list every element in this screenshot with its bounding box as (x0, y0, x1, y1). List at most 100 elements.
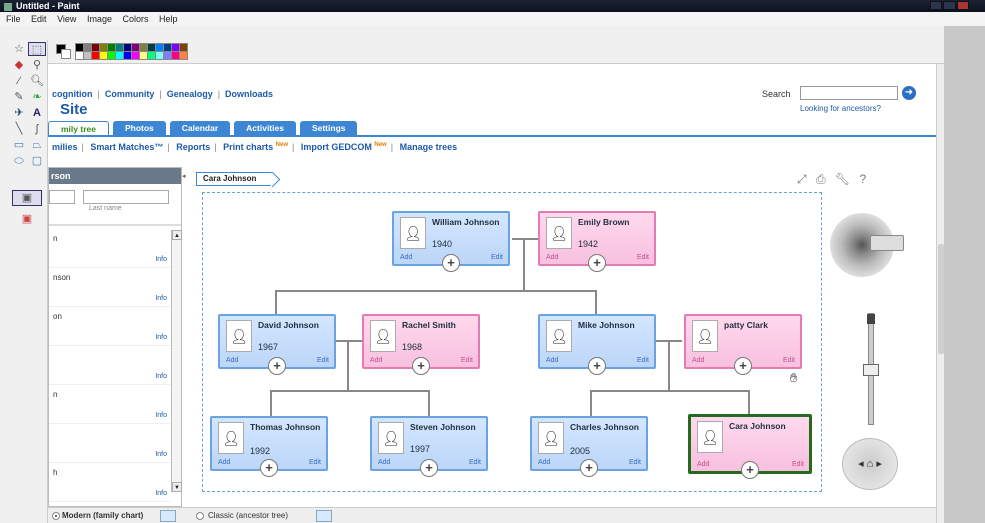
magnifier-icon[interactable]: 🔍︎ (28, 74, 46, 88)
palette-swatch[interactable] (91, 43, 100, 52)
airbrush-icon[interactable]: ✈ (10, 106, 28, 120)
opaque-option-icon[interactable]: ▣ (12, 190, 42, 206)
select-icon[interactable]: ⬚ (28, 42, 46, 56)
palette-swatch[interactable] (123, 51, 132, 60)
palette-swatch[interactable] (115, 51, 124, 60)
curve-icon[interactable]: ∫ (28, 122, 46, 136)
canvas-vertical-scrollbar[interactable] (936, 64, 944, 523)
tab-settings[interactable]: Settings (299, 121, 358, 135)
add-link[interactable]: Add (400, 254, 412, 261)
breadcrumb[interactable]: Cara Johnson (196, 172, 272, 186)
list-item[interactable]: nson Info (49, 269, 171, 307)
slider-handle[interactable] (863, 364, 879, 376)
help-icon[interactable]: ? (859, 172, 866, 186)
expand-plus-icon[interactable]: + (588, 254, 606, 272)
subnav-print-charts[interactable]: Print charts (223, 142, 273, 152)
menu-image[interactable]: Image (87, 14, 112, 24)
info-link[interactable]: Info (155, 412, 167, 419)
palette-swatch[interactable] (131, 43, 140, 52)
person-card-charles[interactable]: 👤︎ Charles Johnson 2005 Add Edit + (530, 416, 648, 477)
menu-file[interactable]: File (6, 14, 21, 24)
list-item[interactable]: Info (49, 347, 171, 385)
menu-edit[interactable]: Edit (31, 14, 47, 24)
person-card-mike[interactable]: 👤︎ Mike Johnson Add Edit + (538, 314, 656, 375)
zoom-slider[interactable] (863, 313, 879, 425)
fill-icon[interactable]: ⚲ (28, 58, 46, 72)
add-link[interactable]: Add (370, 357, 382, 364)
search-input[interactable] (800, 86, 898, 100)
edit-link[interactable]: Edit (469, 459, 481, 466)
palette-swatch[interactable] (107, 43, 116, 52)
expand-plus-icon[interactable]: + (588, 357, 606, 375)
pencil-icon[interactable]: ✎ (10, 90, 28, 104)
print-icon[interactable]: ⎙ (816, 172, 826, 186)
palette-swatch[interactable] (91, 51, 100, 60)
scroll-down-icon[interactable]: ▼ (172, 482, 182, 492)
palette-swatch[interactable] (99, 51, 108, 60)
palette-swatch[interactable] (163, 51, 172, 60)
subnav-families[interactable]: milies (52, 142, 78, 152)
brush-icon[interactable]: ❧ (28, 90, 46, 104)
minimize-button[interactable] (930, 1, 943, 10)
person-card-patty[interactable]: 👤︎ patty Clark Add Edit + (684, 314, 802, 375)
classic-radio[interactable] (196, 512, 204, 520)
info-link[interactable]: Info (155, 373, 167, 380)
search-go-icon[interactable]: ➜ (902, 86, 916, 100)
palette-swatch[interactable] (155, 51, 164, 60)
palette-swatch[interactable] (115, 43, 124, 52)
list-item[interactable]: n Info (49, 386, 171, 424)
expand-plus-icon[interactable]: + (412, 357, 430, 375)
palette-swatch[interactable] (171, 43, 180, 52)
add-link[interactable]: Add (692, 357, 704, 364)
nav-downloads[interactable]: Downloads (225, 89, 273, 99)
edit-link[interactable]: Edit (637, 357, 649, 364)
person-card-david[interactable]: 👤︎ David Johnson 1967 Add Edit + (218, 314, 336, 375)
edit-link[interactable]: Edit (317, 357, 329, 364)
edit-link[interactable]: Edit (637, 254, 649, 261)
menu-view[interactable]: View (57, 14, 76, 24)
person-card-thomas[interactable]: 👤︎ Thomas Johnson 1992 Add Edit + (210, 416, 328, 477)
first-name-input[interactable] (49, 190, 75, 204)
edit-link[interactable]: Edit (783, 357, 795, 364)
palette-swatch[interactable] (155, 43, 164, 52)
palette-swatch[interactable] (171, 51, 180, 60)
tab-family-tree[interactable]: mily tree (48, 121, 109, 135)
eraser-icon[interactable]: ◆ (10, 58, 28, 72)
nav-recognition[interactable]: cognition (52, 89, 93, 99)
palette-swatch[interactable] (131, 51, 140, 60)
info-link[interactable]: Info (155, 256, 167, 263)
person-card-rachel[interactable]: 👤︎ Rachel Smith 1968 Add Edit + (362, 314, 480, 375)
palette-swatch[interactable] (147, 51, 156, 60)
person-card-cara[interactable]: 👤︎ Cara Johnson Add Edit + (688, 414, 812, 479)
add-link[interactable]: Add (378, 459, 390, 466)
polygon-icon[interactable]: ⏢ (28, 138, 46, 152)
info-link[interactable]: Info (155, 295, 167, 302)
expand-plus-icon[interactable]: + (260, 459, 278, 477)
person-card-william[interactable]: 👤︎ William Johnson 1940 Add Edit + (392, 211, 510, 272)
palette-swatch[interactable] (75, 51, 84, 60)
add-link[interactable]: Add (546, 357, 558, 364)
text-icon[interactable]: A (28, 106, 46, 120)
color-picker-icon[interactable]: ⁄ (10, 74, 28, 88)
rectangle-icon[interactable]: ▭ (10, 138, 28, 152)
subnav-smart-matches[interactable]: Smart Matches™ (90, 142, 163, 152)
subnav-import-gedcom[interactable]: Import GEDCOM (301, 142, 372, 152)
edit-link[interactable]: Edit (491, 254, 503, 261)
list-item[interactable]: Info (49, 425, 171, 463)
palette-swatch[interactable] (179, 51, 188, 60)
line-icon[interactable]: ╲ (10, 122, 28, 136)
edit-link[interactable]: Edit (792, 461, 804, 468)
tab-photos[interactable]: Photos (112, 121, 166, 135)
tab-calendar[interactable]: Calendar (169, 121, 231, 135)
subnav-reports[interactable]: Reports (176, 142, 210, 152)
pan-navigation-icon[interactable]: ◂ ⌂ ▸ (842, 438, 898, 490)
edit-link[interactable]: Edit (461, 357, 473, 364)
expand-plus-icon[interactable]: + (420, 459, 438, 477)
palette-swatch[interactable] (139, 51, 148, 60)
nav-community[interactable]: Community (105, 89, 155, 99)
transparent-option-icon[interactable]: ▣ (12, 212, 42, 228)
palette-swatch[interactable] (99, 43, 108, 52)
close-button[interactable] (956, 1, 969, 10)
expand-plus-icon[interactable]: + (580, 459, 598, 477)
palette-swatch[interactable] (147, 43, 156, 52)
